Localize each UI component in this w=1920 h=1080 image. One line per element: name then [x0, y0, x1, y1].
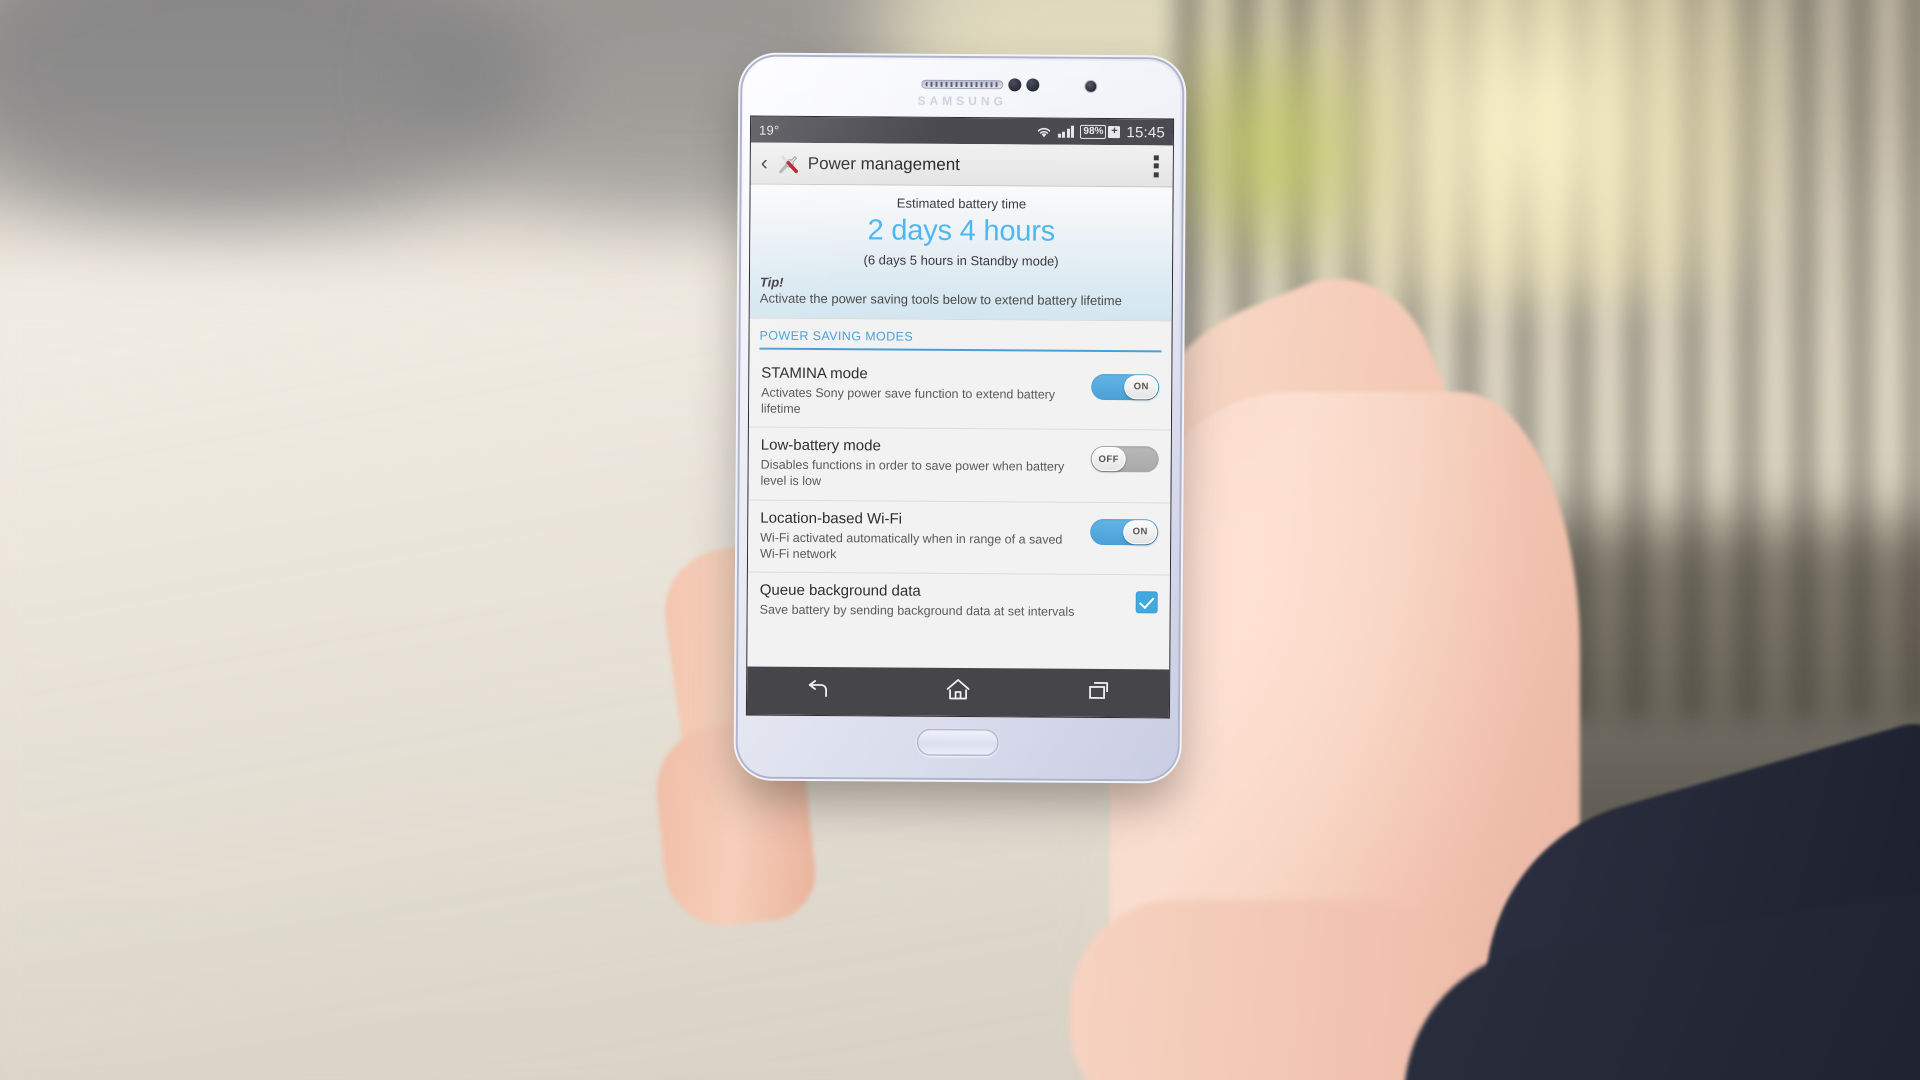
toggle-knob-label: ON: [1124, 374, 1159, 400]
setting-title: Queue background data: [759, 581, 921, 600]
proximity-sensor-icon: [1008, 78, 1022, 92]
setting-description: Activates Sony power save function to ex…: [761, 385, 1056, 416]
nav-recents-icon: [1086, 679, 1112, 706]
light-sensor-icon: [1026, 78, 1040, 92]
settings-list: STAMINA mode Activates Sony power save f…: [747, 355, 1172, 631]
estimate-label: Estimated battery time: [896, 195, 1027, 212]
nav-back-button[interactable]: [747, 667, 888, 716]
section-underline: [759, 347, 1162, 353]
row-text: Queue background data Save battery by se…: [760, 582, 1126, 621]
row-control: [1135, 584, 1158, 614]
charging-icon: +: [1108, 125, 1121, 139]
row-text: Location-based Wi-Fi Wi-Fi activated aut…: [760, 509, 1080, 564]
smartphone-device: SAMSUNG 19° 98% + 15:45 ‹ Power manageme…: [737, 56, 1183, 780]
row-control: ON: [1090, 512, 1159, 546]
phone-screen: 19° 98% + 15:45 ‹ Power management Estim…: [746, 116, 1174, 718]
toggle-knob-label: ON: [1123, 519, 1158, 545]
row-text: STAMINA mode Activates Sony power save f…: [761, 364, 1081, 419]
location-based-wifi-toggle[interactable]: ON: [1090, 518, 1159, 546]
setting-description: Save battery by sending background data …: [759, 602, 1075, 619]
nav-recents-button[interactable]: [1028, 668, 1169, 717]
page-title: Power management: [807, 153, 960, 174]
low-battery-mode-toggle[interactable]: OFF: [1090, 446, 1159, 473]
earpiece-speaker: [921, 79, 1004, 90]
setting-description: Wi-Fi activated automatically when in ra…: [760, 530, 1063, 562]
row-text: Low-battery mode Disables functions in o…: [760, 437, 1080, 492]
queue-background-data-checkbox[interactable]: [1135, 591, 1158, 614]
clock-label: 15:45: [1126, 123, 1166, 141]
app-bar: ‹ Power management: [750, 142, 1173, 188]
tip-title: Tip!: [759, 274, 784, 290]
physical-home-button[interactable]: [916, 728, 999, 757]
setting-row-low-battery-mode[interactable]: Low-battery mode Disables functions in o…: [748, 427, 1171, 504]
setting-title: Low-battery mode: [760, 436, 881, 455]
row-control: ON: [1091, 367, 1160, 401]
setting-description: Disables functions in order to save powe…: [760, 457, 1065, 489]
estimate-value: 2 days 4 hours: [867, 214, 1056, 248]
tip-box: Tip! Activate the power saving tools bel…: [750, 267, 1172, 321]
wifi-icon: [1036, 125, 1052, 138]
toggle-knob-label: OFF: [1091, 447, 1126, 472]
section-header-label: POWER SAVING MODES: [759, 328, 914, 344]
status-bar: 19° 98% + 15:45: [750, 116, 1174, 146]
battery-indicator: 98% +: [1080, 124, 1121, 140]
background-green-bokeh: [1150, 0, 1390, 300]
overflow-menu-icon[interactable]: [1148, 149, 1165, 183]
signal-bars-icon: [1057, 125, 1075, 138]
row-control: OFF: [1090, 439, 1159, 473]
tip-text: Activate the power saving tools below to…: [759, 290, 1122, 309]
status-bar-icons: 98% + 15:45: [1036, 123, 1165, 141]
setting-row-location-based-wifi[interactable]: Location-based Wi-Fi Wi-Fi activated aut…: [747, 500, 1171, 576]
battery-percent-label: 98%: [1080, 124, 1107, 140]
battery-estimate-panel: Estimated battery time 2 days 4 hours (6…: [749, 184, 1173, 322]
nav-back-icon: [803, 677, 831, 704]
tools-settings-icon: [777, 151, 801, 175]
temperature-indicator: 19°: [758, 122, 780, 138]
setting-title: Location-based Wi-Fi: [760, 509, 903, 528]
front-camera-icon: [1085, 80, 1097, 92]
section-header: POWER SAVING MODES: [749, 318, 1172, 359]
nav-home-button[interactable]: [888, 668, 1029, 717]
nav-home-icon: [945, 677, 971, 706]
navigation-bar: [746, 666, 1170, 718]
setting-row-queue-background-data[interactable]: Queue background data Save battery by se…: [748, 573, 1170, 631]
stamina-mode-toggle[interactable]: ON: [1091, 373, 1160, 401]
setting-row-stamina-mode[interactable]: STAMINA mode Activates Sony power save f…: [748, 355, 1172, 431]
setting-title: STAMINA mode: [761, 364, 868, 382]
back-chevron-icon[interactable]: ‹: [759, 152, 770, 175]
